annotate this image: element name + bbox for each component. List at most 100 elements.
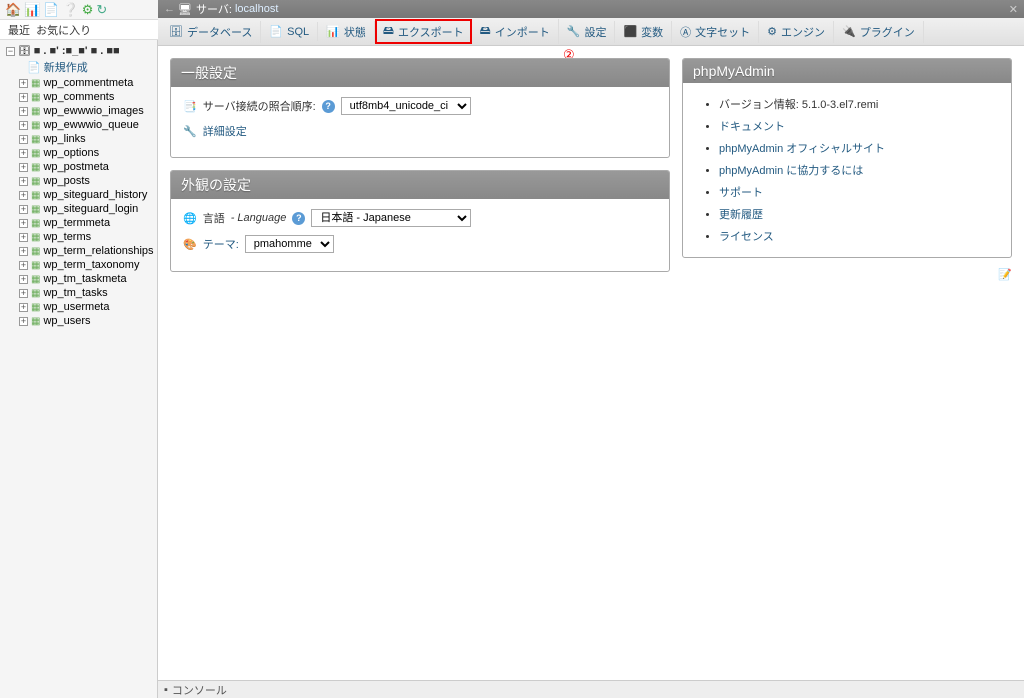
pma-link-item: phpMyAdmin オフィシャルサイト [719,137,999,159]
pma-link[interactable]: phpMyAdmin オフィシャルサイト [719,143,885,155]
expand-toggle[interactable]: + [19,205,28,214]
expand-toggle[interactable]: + [19,121,28,130]
collation-select[interactable]: utf8mb4_unicode_ci [341,97,471,115]
help-icon[interactable]: ? [322,100,335,113]
stats-icon[interactable]: 📊 [24,2,40,18]
tree-table-node[interactable]: +▦wp_comments [17,90,157,104]
home-icon[interactable]: 🏠 [5,2,21,18]
table-name: wp_comments [43,91,114,103]
pma-link[interactable]: 更新履歴 [719,209,763,221]
theme-label[interactable]: テーマ: [203,236,239,252]
expand-toggle[interactable]: + [19,191,28,200]
pma-link[interactable]: phpMyAdmin に協力するには [719,165,863,177]
tab-databases[interactable]: 🗄データベース [161,21,261,43]
tree-table-node[interactable]: +▦wp_commentmeta [17,76,157,90]
pma-link[interactable]: ドキュメント [719,121,785,133]
tree-table-node[interactable]: +▦wp_users [17,314,157,328]
table-name: wp_postmeta [43,161,108,173]
expand-toggle[interactable]: + [19,317,28,326]
close-icon[interactable]: ✕ [1009,3,1018,16]
tab-variables[interactable]: ⬛変数 [615,21,672,43]
table-name: wp_tm_taskmeta [43,273,126,285]
table-icon: ▦ [31,106,40,117]
console-bar[interactable]: ▪ コンソール [158,680,1024,698]
table-name: wp_terms [43,231,91,243]
main-content: 一般設定 📑 サーバ接続の照合順序: ? utf8mb4_unicode_ci … [158,46,1024,680]
tree-table-node[interactable]: +▦wp_postmeta [17,160,157,174]
tree-table-node[interactable]: +▦wp_options [17,146,157,160]
table-icon: ▦ [31,204,40,215]
server-breadcrumb: ← 🖥 サーバ: localhost ✕ [158,0,1024,18]
expand-toggle[interactable]: + [19,135,28,144]
charsets-icon: Ⓐ [680,24,691,40]
tab-label: 設定 [584,24,606,40]
tree-table-node[interactable]: +▦wp_tm_taskmeta [17,272,157,286]
new-icon: 📄 [27,61,41,74]
expand-toggle[interactable]: + [19,219,28,228]
home-icons: 🏠 📊 📄 ❔ ⚙ ↻ [5,2,107,18]
table-name: wp_siteguard_history [43,189,147,201]
pma-link[interactable]: ライセンス [719,231,774,243]
collapse-toggle[interactable]: − [6,47,15,56]
general-settings-title: 一般設定 [171,59,669,87]
tree-table-node[interactable]: +▦wp_tm_tasks [17,286,157,300]
table-name: wp_users [43,315,90,327]
general-settings-panel: 一般設定 📑 サーバ接続の照合順序: ? utf8mb4_unicode_ci … [170,58,670,158]
tree-table-node[interactable]: +▦wp_termmeta [17,216,157,230]
expand-toggle[interactable]: + [19,275,28,284]
pma-link[interactable]: サポート [719,187,763,199]
recent-label[interactable]: 最近 [8,22,30,38]
reload-icon[interactable]: ↻ [96,2,107,18]
tree-db-node[interactable]: − 🗄 ■ . ■' :■_■' ■ . ■■ [4,44,157,58]
wrench-icon: 🔧 [183,125,197,138]
favorite-label[interactable]: お気に入り [36,22,91,38]
detail-settings-link[interactable]: 詳細設定 [203,123,247,139]
tab-engines[interactable]: ⚙エンジン [759,21,834,43]
tab-status[interactable]: 📊状態 [318,21,375,43]
expand-toggle[interactable]: + [19,93,28,102]
tree-table-node[interactable]: +▦wp_posts [17,174,157,188]
expand-toggle[interactable]: + [19,177,28,186]
tree-table-node[interactable]: +▦wp_terms [17,230,157,244]
tab-charsets[interactable]: Ⓐ文字セット [672,21,759,43]
back-icon[interactable]: ← [164,3,175,15]
expand-toggle[interactable]: + [19,79,28,88]
expand-toggle[interactable]: + [19,303,28,312]
table-name: wp_options [43,147,99,159]
tree-table-node[interactable]: +▦wp_ewwwio_queue [17,118,157,132]
expand-toggle[interactable]: + [19,163,28,172]
theme-select[interactable]: pmahomme [245,235,334,253]
tab-export[interactable]: 🖴エクスポート [375,19,472,44]
tree-table-node[interactable]: +▦wp_ewwwio_images [17,104,157,118]
tree-table-node[interactable]: +▦wp_usermeta [17,300,157,314]
settings-icon[interactable]: ⚙ [82,2,94,18]
expand-toggle[interactable]: + [19,247,28,256]
tab-settings[interactable]: 🔧設定 [559,21,616,43]
expand-toggle[interactable]: + [19,289,28,298]
expand-toggle[interactable]: + [19,107,28,116]
sql-icon[interactable]: 📄 [43,2,59,18]
tree-table-node[interactable]: +▦wp_siteguard_history [17,188,157,202]
tree-table-node[interactable]: +▦wp_term_taxonomy [17,258,157,272]
table-icon: ▦ [31,78,40,89]
table-name: wp_term_relationships [43,245,153,257]
tab-sql[interactable]: 📄SQL [261,22,318,41]
console-toggle-icon[interactable]: ▪ [164,684,168,696]
tree-new-item[interactable]: 📄 新規作成 [17,58,157,76]
tab-label: 状態 [344,24,366,40]
tab-plugins[interactable]: 🔌プラグイン [834,21,924,43]
tab-import[interactable]: 🖴インポート [472,19,559,44]
language-select[interactable]: 日本語 - Japanese [311,209,471,227]
docs-icon[interactable]: ❔ [63,2,79,18]
page-settings-icon[interactable]: 📝 [998,268,1012,281]
table-icon: ▦ [31,260,40,271]
expand-toggle[interactable]: + [19,149,28,158]
expand-toggle[interactable]: + [19,261,28,270]
tree-table-node[interactable]: +▦wp_siteguard_login [17,202,157,216]
lang-icon: 🌐 [183,212,197,225]
help-icon[interactable]: ? [292,212,305,225]
expand-toggle[interactable]: + [19,233,28,242]
tabs-bar: 🗄データベース📄SQL📊状態🖴エクスポート🖴インポート🔧設定⬛変数Ⓐ文字セット⚙… [158,18,1024,46]
tree-table-node[interactable]: +▦wp_term_relationships [17,244,157,258]
tree-table-node[interactable]: +▦wp_links [17,132,157,146]
